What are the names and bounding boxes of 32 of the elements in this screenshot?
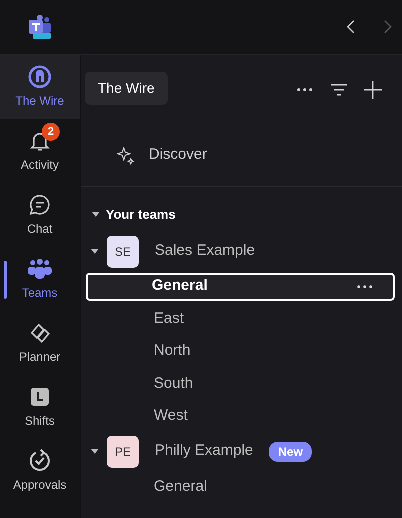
people-icon — [27, 256, 53, 280]
collapse-caret-icon[interactable] — [91, 449, 99, 454]
section-title: Your teams — [106, 206, 176, 224]
channel-item[interactable]: General — [86, 470, 395, 503]
rail-item[interactable]: Approvals — [0, 439, 80, 503]
app-icon — [28, 64, 52, 88]
collapse-caret-icon[interactable] — [91, 249, 99, 254]
channel-item[interactable]: General — [86, 272, 395, 300]
teams-logo-icon — [27, 13, 53, 41]
channel-item[interactable]: South — [86, 368, 395, 400]
collapse-caret-icon[interactable] — [92, 212, 100, 218]
channel-item[interactable]: North — [86, 335, 395, 368]
team-avatar: PE — [107, 436, 139, 468]
tooltip: The Wire — [85, 72, 168, 105]
rail-item[interactable]: Planner — [0, 311, 80, 375]
team-avatar: SE — [107, 236, 139, 268]
rail-item[interactable]: Activity 2 — [0, 119, 80, 183]
channel-item[interactable]: West — [86, 400, 395, 432]
new-badge: New — [269, 442, 312, 462]
rail-item[interactable]: Teams — [0, 247, 80, 311]
channel-item[interactable]: East — [86, 302, 395, 335]
discover-link[interactable]: Discover — [149, 144, 208, 167]
rail-item[interactable]: The Wire — [0, 55, 80, 119]
sparkle-icon — [117, 146, 135, 164]
team-name[interactable]: Sales Example — [155, 240, 256, 263]
team-name[interactable]: Philly Example — [155, 440, 254, 463]
more-icon[interactable] — [357, 284, 373, 288]
notification-badge: 2 — [42, 123, 60, 141]
rail-item[interactable]: Shifts — [0, 375, 80, 439]
approval-icon — [28, 448, 52, 472]
rail-item[interactable]: Chat — [0, 183, 80, 247]
chat-icon — [28, 192, 52, 216]
